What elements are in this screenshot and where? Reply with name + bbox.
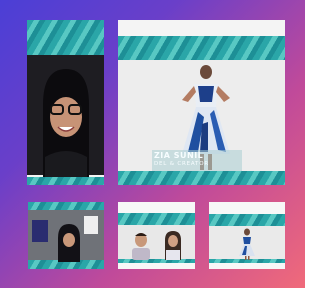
participant-tile-2[interactable]: [28, 202, 104, 269]
participant-tile-4[interactable]: [209, 202, 285, 269]
participant-person-3a: [130, 230, 152, 260]
participant-tile-1[interactable]: [27, 20, 104, 185]
participant-person-3b: [162, 230, 184, 260]
caption-name: ZIA SUNIL: [154, 151, 204, 160]
participant-tile-main[interactable]: ZIA SUNIL DEL & CREATOR: [118, 20, 285, 185]
participant-person-1: [39, 65, 93, 177]
video-collage: ZIA SUNIL DEL & CREATOR: [0, 0, 305, 288]
name-caption: ZIA SUNIL DEL & CREATOR: [152, 150, 242, 171]
participant-tile-3[interactable]: [118, 202, 195, 269]
participant-person-2: [56, 222, 82, 262]
participant-person-4: [237, 228, 257, 260]
caption-role: DEL & CREATOR: [154, 161, 209, 167]
